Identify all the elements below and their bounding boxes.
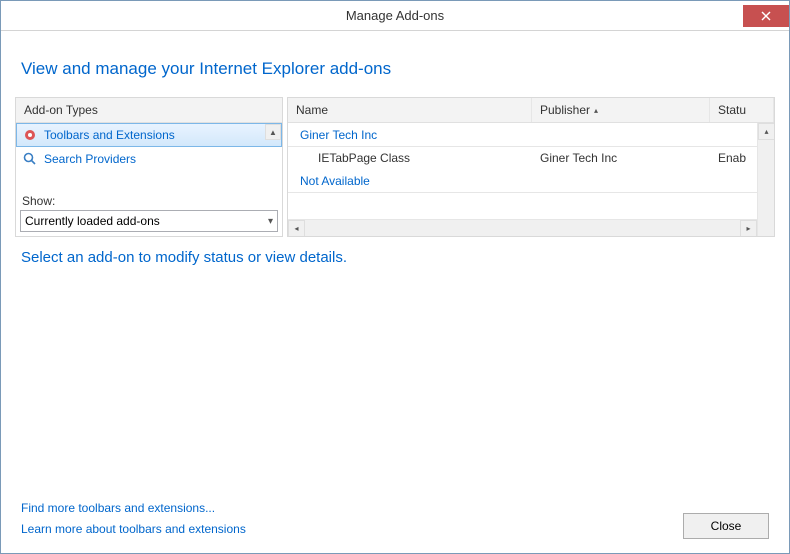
spacer <box>15 272 775 492</box>
column-publisher[interactable]: Publisher▴ <box>532 98 710 122</box>
type-toolbars-extensions[interactable]: Toolbars and Extensions <box>16 123 282 147</box>
column-headers: Name Publisher▴ Statu <box>288 98 774 123</box>
scroll-right-button[interactable]: ▸ <box>740 220 757 237</box>
type-search-providers[interactable]: Search Providers <box>16 147 282 171</box>
column-status[interactable]: Statu <box>710 98 774 122</box>
scroll-up-button[interactable]: ▴ <box>758 123 774 140</box>
addons-list-panel: Name Publisher▴ Statu Giner Tech Inc IET… <box>287 97 775 237</box>
type-label: Toolbars and Extensions <box>44 128 175 142</box>
cell-name: IETabPage Class <box>288 151 532 165</box>
horizontal-scrollbar[interactable]: ◂ ▸ <box>288 219 757 236</box>
chevron-down-icon: ▾ <box>268 216 273 227</box>
manage-addons-window: Manage Add-ons View and manage your Inte… <box>0 0 790 554</box>
addon-types-panel: Add-on Types Toolbars and Extensions Sea… <box>15 97 283 237</box>
group-not-available[interactable]: Not Available <box>288 169 757 193</box>
scroll-up-button[interactable]: ▲ <box>265 124 281 140</box>
scroll-left-button[interactable]: ◂ <box>288 220 305 237</box>
cell-status: Enab <box>710 151 757 165</box>
link-learn-more[interactable]: Learn more about toolbars and extensions <box>21 519 246 539</box>
footer-links: Find more toolbars and extensions... Lea… <box>21 498 246 539</box>
show-dropdown-value: Currently loaded add-ons <box>25 214 160 228</box>
detail-prompt: Select an add-on to modify status or vie… <box>15 243 775 272</box>
gear-icon <box>22 127 38 143</box>
addons-body-wrap: Giner Tech Inc IETabPage Class Giner Tec… <box>288 123 774 236</box>
show-label: Show: <box>16 191 282 210</box>
search-icon <box>22 151 38 167</box>
table-row[interactable]: IETabPage Class Giner Tech Inc Enab <box>288 147 757 169</box>
scroll-track[interactable] <box>305 220 740 237</box>
addon-types-header: Add-on Types <box>16 98 282 123</box>
page-heading: View and manage your Internet Explorer a… <box>21 59 775 79</box>
main-panels: Add-on Types Toolbars and Extensions Sea… <box>15 97 775 237</box>
close-button[interactable]: Close <box>683 513 769 539</box>
show-dropdown[interactable]: Currently loaded add-ons ▾ <box>20 210 278 232</box>
content-area: View and manage your Internet Explorer a… <box>1 31 789 553</box>
type-label: Search Providers <box>44 152 136 166</box>
sort-arrow-icon: ▴ <box>594 106 598 115</box>
cell-publisher: Giner Tech Inc <box>532 151 710 165</box>
addon-types-list: Toolbars and Extensions Search Providers… <box>16 123 282 191</box>
column-name[interactable]: Name <box>288 98 532 122</box>
window-title: Manage Add-ons <box>346 8 444 23</box>
footer: Find more toolbars and extensions... Lea… <box>15 492 775 543</box>
close-icon <box>761 11 771 21</box>
link-find-more[interactable]: Find more toolbars and extensions... <box>21 498 246 518</box>
titlebar: Manage Add-ons <box>1 1 789 31</box>
addons-body: Giner Tech Inc IETabPage Class Giner Tec… <box>288 123 757 236</box>
vertical-scrollbar[interactable]: ▴ <box>757 123 774 236</box>
scroll-vtrack[interactable] <box>758 140 774 236</box>
window-close-button[interactable] <box>743 5 789 27</box>
addons-rows: Giner Tech Inc IETabPage Class Giner Tec… <box>288 123 757 219</box>
close-button-label: Close <box>711 519 742 533</box>
group-giner-tech[interactable]: Giner Tech Inc <box>288 123 757 147</box>
